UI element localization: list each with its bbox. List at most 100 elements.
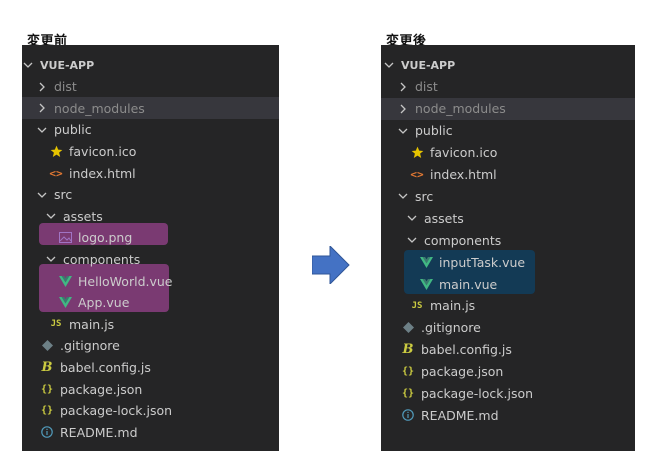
chevron-down-icon [406,235,418,245]
vue-icon [58,275,72,287]
file-logo-png[interactable]: logo.png [22,227,279,249]
item-label: main.js [430,298,476,314]
item-label: components [424,232,502,248]
explorer-before: VUE-APP dist node_modulespublic favicon.ico… [22,45,279,451]
item-label: public [415,123,453,139]
item-label: src [54,187,73,203]
item-label: dist [54,79,77,95]
folder-public[interactable]: public [381,120,635,142]
item-label: package.json [421,364,504,380]
item-label: logo.png [78,230,133,246]
file-favicon-ico[interactable]: favicon.ico [381,142,635,164]
item-label: public [54,122,92,138]
item-label: favicon.ico [69,143,137,159]
chevron-down-icon [22,60,34,70]
item-label: assets [63,208,103,224]
git-icon [40,340,54,352]
folder-dist[interactable]: dist [381,76,635,98]
file-gitignore[interactable]: .gitignore [381,317,635,339]
star-icon [410,146,424,159]
file-main-js[interactable]: JS main.js [381,295,635,317]
folder-src[interactable]: src [22,184,279,206]
chevron-right-icon [397,104,409,114]
vue-icon [58,297,72,309]
chevron-down-icon [36,125,48,135]
item-label: main.js [69,316,115,332]
chevron-down-icon [397,191,409,201]
babel-icon: B [41,359,53,375]
folder-dist[interactable]: dist [22,76,279,98]
chevron-right-icon [36,103,48,113]
folder-node-modules[interactable]: node_modules [381,97,635,120]
root-folder-label: VUE-APP [40,58,95,72]
folder-src[interactable]: src [381,185,635,207]
vue-icon [419,278,433,290]
folder-components[interactable]: components [381,229,635,251]
item-label: package-lock.json [421,386,534,401]
babel-icon: B [402,342,414,358]
explorer-after: VUE-APP dist node_modulespublic favicon.ico… [381,45,635,451]
item-label: README.md [421,407,499,423]
file-package-lock-json[interactable]: {} package-lock.json [22,400,279,422]
file-index-html[interactable]: <> index.html [381,164,635,186]
star-icon [49,145,63,158]
chevron-down-icon [36,190,48,200]
chevron-right-icon [36,82,48,92]
file-app-vue[interactable]: App.vue [22,292,279,314]
item-label: favicon.ico [430,145,498,161]
item-label: README.md [60,424,138,440]
html-icon: <> [410,168,424,181]
file-main-vue[interactable]: main.vue [381,273,635,295]
chevron-down-icon [45,254,57,264]
vue-icon [419,256,433,268]
folder-assets[interactable]: assets [381,207,635,229]
item-label: assets [424,210,464,226]
file-package-json[interactable]: {} package.json [381,361,635,383]
right-arrow-icon [312,246,350,284]
file-favicon-ico[interactable]: favicon.ico [22,140,279,162]
file-index-html[interactable]: <> index.html [22,162,279,184]
file-babel-config-js[interactable]: Bbabel.config.js [381,339,635,361]
explorer-root-folder[interactable]: VUE-APP [381,54,635,76]
item-label: main.vue [439,276,498,292]
folder-assets[interactable]: assets [22,205,279,227]
image-icon [58,232,72,244]
item-label: inputTask.vue [439,254,526,270]
folder-components[interactable]: components [22,248,279,270]
file-babel-config-js[interactable]: Bbabel.config.js [22,356,279,378]
file-readme-md[interactable]: README.md [22,421,279,443]
item-label: index.html [69,165,136,181]
item-label: package.json [60,381,143,397]
item-label: HelloWorld.vue [78,273,173,289]
html-icon: <> [49,166,63,180]
explorer-root-folder[interactable]: VUE-APP [22,54,279,76]
item-label: App.vue [78,295,130,311]
folder-public[interactable]: public [22,119,279,141]
folder-node-modules[interactable]: node_modules [22,97,279,120]
file-main-js[interactable]: JS main.js [22,313,279,335]
file-gitignore[interactable]: .gitignore [22,335,279,357]
item-label: dist [415,79,438,95]
item-label: package-lock.json [60,403,173,419]
git-icon [401,322,415,334]
json-icon: {} [401,366,415,378]
json-icon: {} [40,405,54,417]
item-label: index.html [430,167,497,182]
root-folder-label: VUE-APP [401,58,456,72]
file-package-lock-json[interactable]: {} package-lock.json [381,383,635,405]
file-inputtask-vue[interactable]: inputTask.vue [381,251,635,273]
item-label: .gitignore [421,320,481,336]
info-icon [40,426,54,438]
item-label: src [415,188,434,204]
json-icon: {} [401,388,415,399]
item-label: .gitignore [60,338,120,354]
file-helloworld-vue[interactable]: HelloWorld.vue [22,270,279,292]
chevron-down-icon [397,126,409,136]
file-readme-md[interactable]: README.md [381,404,635,426]
chevron-down-icon [45,211,57,221]
info-icon [401,409,415,422]
chevron-down-icon [406,213,418,223]
js-icon: JS [50,319,62,330]
file-package-json[interactable]: {} package.json [22,378,279,400]
item-label: babel.config.js [421,342,512,358]
